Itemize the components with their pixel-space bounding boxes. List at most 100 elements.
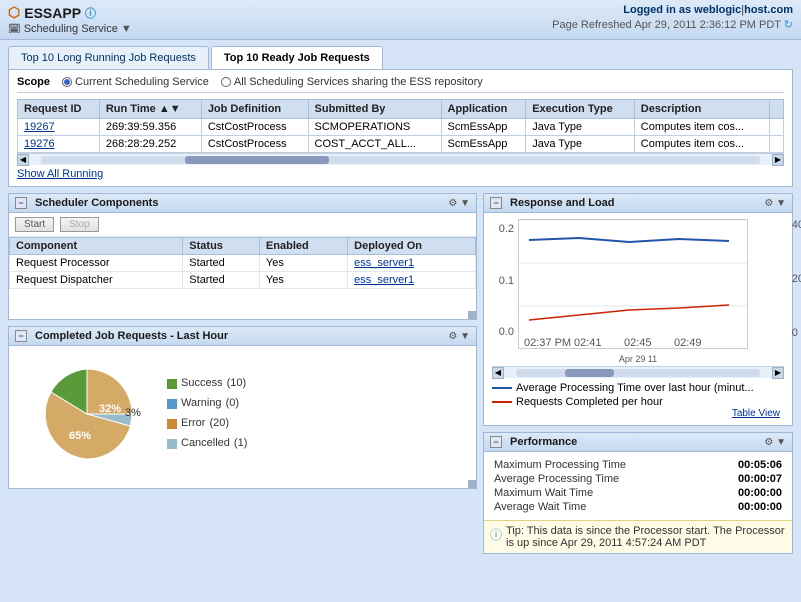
request-id-link-1[interactable]: 19267 bbox=[24, 121, 55, 133]
description-1: Computes item cos... bbox=[634, 119, 769, 136]
scheduler-gear[interactable]: ⚙ ▼ bbox=[448, 198, 470, 209]
pie-legend: Success (10) Warning (0) Error (20) bbox=[167, 374, 247, 453]
legend-success-box bbox=[167, 379, 177, 389]
completed-title: − Completed Job Requests - Last Hour bbox=[15, 330, 228, 342]
legend-red: Requests Completed per hour bbox=[492, 396, 784, 408]
col-submitted-by: Submitted By bbox=[308, 100, 441, 119]
chart-hscroll-right[interactable]: ▶ bbox=[772, 367, 784, 379]
app-name: ESSAPP bbox=[24, 5, 81, 21]
hscroll-right[interactable]: ▶ bbox=[772, 154, 784, 166]
col-application: Application bbox=[441, 100, 526, 119]
completed-resize-handle[interactable] bbox=[468, 480, 476, 488]
info-icon[interactable]: ⓘ bbox=[85, 5, 96, 21]
scheduler-panel: − Scheduler Components ⚙ ▼ Start Stop Co… bbox=[8, 193, 477, 320]
performance-collapse-icon[interactable]: − bbox=[490, 436, 502, 448]
radio-all-icon bbox=[221, 77, 231, 87]
legend-error-box bbox=[167, 419, 177, 429]
chart-area: 0.2 0.1 0.0 bbox=[484, 213, 792, 425]
tip-box: ⓘ Tip: This data is since the Processor … bbox=[484, 520, 792, 553]
col-job-def: Job Definition bbox=[201, 100, 308, 119]
response-collapse-icon[interactable]: − bbox=[490, 197, 502, 209]
svg-text:02:37 PM: 02:37 PM bbox=[524, 337, 571, 349]
header-right: Logged in as weblogic|host.com Page Refr… bbox=[552, 4, 793, 31]
y-right-top: 40 bbox=[792, 219, 801, 231]
table-row: 19276 268:28:29.252 CstCostProcess COST_… bbox=[18, 136, 784, 153]
col-scroll-placeholder bbox=[770, 100, 784, 119]
tab-ready[interactable]: Top 10 Ready Job Requests bbox=[211, 46, 383, 69]
chart-hscroll[interactable]: ◀ ▶ bbox=[492, 366, 784, 378]
hscroll-thumb[interactable] bbox=[185, 156, 329, 164]
application-1: ScmEssApp bbox=[441, 119, 526, 136]
table-hscroll[interactable]: ◀ ▶ bbox=[17, 153, 784, 165]
scheduler-collapse-icon[interactable]: − bbox=[15, 197, 27, 209]
scheduler-resize-handle[interactable] bbox=[468, 311, 476, 319]
host: host.com bbox=[744, 4, 793, 16]
logged-in-info: Logged in as weblogic|host.com bbox=[552, 4, 793, 16]
svg-text:02:41: 02:41 bbox=[574, 337, 602, 349]
table-row: 19267 269:39:59.356 CstCostProcess SCMOP… bbox=[18, 119, 784, 136]
hscroll-track[interactable] bbox=[41, 156, 760, 164]
scheduler-toolbar: Start Stop bbox=[9, 213, 476, 237]
response-header: − Response and Load ⚙ ▼ bbox=[484, 194, 792, 213]
perf-row-avg-proc: Average Processing Time 00:00:07 bbox=[494, 472, 782, 486]
scheduler-header: − Scheduler Components ⚙ ▼ bbox=[9, 194, 476, 213]
scope-current[interactable]: Current Scheduling Service bbox=[62, 76, 209, 88]
hscroll-left[interactable]: ◀ bbox=[17, 154, 29, 166]
completed-gear[interactable]: ⚙ ▼ bbox=[448, 331, 470, 342]
chart-hscroll-thumb[interactable] bbox=[565, 369, 614, 377]
stop-button[interactable]: Stop bbox=[60, 217, 99, 232]
legend-success: Success (10) bbox=[167, 374, 247, 394]
list-item: Request Processor Started Yes ess_server… bbox=[10, 255, 476, 272]
app-subtitle: 🗓 Scheduling Service ▼ bbox=[8, 23, 132, 35]
username: weblogic bbox=[694, 4, 741, 16]
header: ⬡ ESSAPP ⓘ 🗓 Scheduling Service ▼ Logged… bbox=[0, 0, 801, 40]
svg-text:3%: 3% bbox=[125, 407, 141, 419]
completed-collapse-icon[interactable]: − bbox=[15, 330, 27, 342]
refresh-icon[interactable]: ↻ bbox=[784, 19, 793, 31]
sc-enabled-1: Yes bbox=[259, 255, 347, 272]
y-label-bot: 0.0 bbox=[499, 326, 514, 338]
sort-icon[interactable]: ▲▼ bbox=[159, 103, 181, 115]
show-all-running[interactable]: Show All Running bbox=[17, 168, 103, 180]
tab-long-running[interactable]: Top 10 Long Running Job Requests bbox=[8, 46, 209, 69]
table-view-link[interactable]: Table View bbox=[492, 408, 784, 419]
sc-component-1: Request Processor bbox=[10, 255, 183, 272]
sc-col-deployed: Deployed On bbox=[348, 238, 476, 255]
chart-hscroll-track[interactable] bbox=[516, 369, 760, 377]
col-description: Description bbox=[634, 100, 769, 119]
perf-row-max-proc: Maximum Processing Time 00:05:06 bbox=[494, 458, 782, 472]
scope-label: Scope bbox=[17, 76, 50, 88]
response-panel: − Response and Load ⚙ ▼ 0.2 0.1 0.0 bbox=[483, 193, 793, 426]
y-right-bot: 0 bbox=[792, 327, 801, 339]
col-exec-type: Execution Type bbox=[526, 100, 635, 119]
blue-line-icon bbox=[492, 387, 512, 389]
row-scroll-1 bbox=[770, 119, 784, 136]
completed-panel: − Completed Job Requests - Last Hour ⚙ ▼ bbox=[8, 326, 477, 489]
response-gear[interactable]: ⚙ ▼ bbox=[764, 198, 786, 209]
legend-blue: Average Processing Time over last hour (… bbox=[492, 382, 784, 394]
subtitle-dropdown-icon[interactable]: ▼ bbox=[121, 23, 132, 35]
performance-header: − Performance ⚙ ▼ bbox=[484, 433, 792, 452]
left-panels: − Scheduler Components ⚙ ▼ Start Stop Co… bbox=[8, 193, 477, 554]
run-time-2: 268:28:29.252 bbox=[99, 136, 201, 153]
chart-hscroll-left[interactable]: ◀ bbox=[492, 367, 504, 379]
scope-all[interactable]: All Scheduling Services sharing the ESS … bbox=[221, 76, 483, 88]
request-id-link-2[interactable]: 19276 bbox=[24, 138, 55, 150]
y-right-mid: 20 bbox=[792, 273, 801, 285]
sc-component-2: Request Dispatcher bbox=[10, 272, 183, 289]
submitted-by-2: COST_ACCT_ALL... bbox=[308, 136, 441, 153]
sc-deployed-2[interactable]: ess_server1 bbox=[354, 274, 414, 286]
tabs: Top 10 Long Running Job Requests Top 10 … bbox=[8, 46, 793, 69]
chart-legend: Average Processing Time over last hour (… bbox=[492, 382, 784, 408]
subtitle-label: Scheduling Service bbox=[24, 23, 118, 35]
performance-title: − Performance bbox=[490, 436, 577, 448]
sc-col-component: Component bbox=[10, 238, 183, 255]
start-button[interactable]: Start bbox=[15, 217, 54, 232]
performance-gear[interactable]: ⚙ ▼ bbox=[764, 437, 786, 448]
sc-deployed-1[interactable]: ess_server1 bbox=[354, 257, 414, 269]
job-def-2: CstCostProcess bbox=[201, 136, 308, 153]
sc-status-1: Started bbox=[183, 255, 260, 272]
submitted-by-1: SCMOPERATIONS bbox=[308, 119, 441, 136]
completed-content: 32% 65% 3% Success (10) bbox=[9, 346, 476, 482]
col-run-time: Run Time ▲▼ bbox=[99, 100, 201, 119]
